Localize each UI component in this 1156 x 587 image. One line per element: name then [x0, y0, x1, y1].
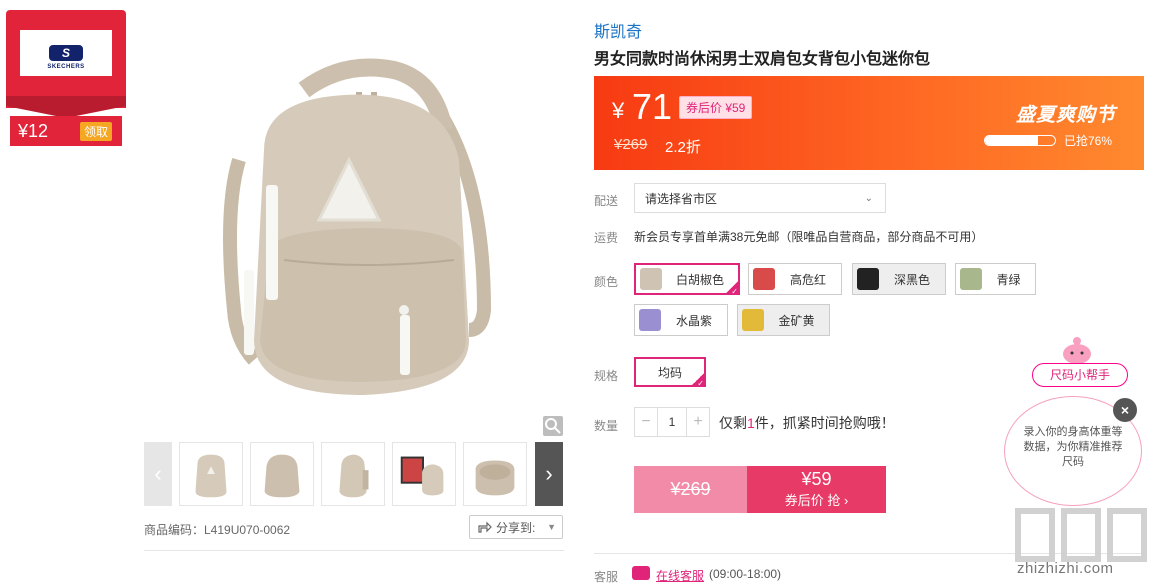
coupon-amount: ¥12: [18, 120, 49, 141]
quantity-input[interactable]: 1: [657, 408, 687, 436]
shipping-label: 运费: [594, 231, 619, 245]
chevron-right-icon: ›: [545, 461, 553, 486]
quantity-stepper: − 1 +: [634, 407, 710, 437]
brand-coupon-card[interactable]: S SKECHERS ¥12 领取: [6, 10, 126, 146]
color-option-label: 高危红: [789, 272, 826, 287]
service-hours: (09:00-18:00): [709, 567, 782, 581]
stock-prefix: 仅剩: [719, 415, 747, 431]
color-swatch: [857, 268, 879, 290]
online-service-link[interactable]: 在线客服: [656, 567, 704, 584]
quantity-increase-button[interactable]: +: [687, 413, 709, 431]
sold-progress-bar: [984, 135, 1056, 146]
thumbnail-strip: ‹ ›: [144, 442, 564, 506]
thumbnail-2[interactable]: [250, 442, 314, 506]
color-option-label: 水晶紫: [675, 313, 712, 328]
thumbnail-image: [264, 454, 300, 498]
product-code: 商品编码：L419U070-0062: [144, 523, 291, 537]
share-label: 分享到:: [496, 520, 536, 535]
after-coupon-price-badge: 券后价 ¥59: [679, 96, 753, 119]
color-swatch: [753, 268, 775, 290]
selected-check-icon: [725, 280, 739, 296]
color-label: 颜色: [594, 275, 619, 289]
stock-suffix: 件，抓紧时间抢购哦！: [754, 415, 895, 431]
share-icon: [478, 521, 492, 533]
thumbnail-prev-button[interactable]: ‹: [144, 442, 172, 506]
service-label: 客服: [594, 570, 619, 584]
divider: [144, 550, 564, 551]
chat-icon: [632, 566, 650, 580]
chevron-down-icon: ⌄: [864, 192, 873, 204]
stock-count: 1: [747, 415, 755, 431]
sold-percentage: 已抢76%: [1064, 134, 1113, 148]
color-swatch: [640, 268, 662, 290]
thumbnail-5[interactable]: [463, 442, 527, 506]
currency-symbol: ¥: [612, 98, 625, 123]
size-option-onesize[interactable]: 均码: [634, 357, 706, 388]
color-option-red[interactable]: 高危红: [748, 263, 842, 295]
thumbnail-3[interactable]: [321, 442, 385, 506]
thumbnail-next-button[interactable]: ›: [535, 442, 563, 506]
shipping-info: 新会员专享首单满38元免邮（限唯品自营商品，部分商品不可用）: [634, 230, 984, 244]
backpack-illustration: [223, 58, 492, 396]
color-option-label: 深黑色: [893, 272, 930, 287]
current-price: 71: [632, 86, 673, 127]
color-option-label: 金矿黄: [778, 313, 815, 328]
coupon-footer: ¥12 领取: [10, 116, 122, 146]
color-option-purple[interactable]: 水晶紫: [634, 304, 728, 336]
thumbnail-image: [195, 454, 227, 498]
size-helper-button[interactable]: 尺码小帮手: [1032, 363, 1128, 387]
buy-original-price: ¥269: [634, 466, 747, 513]
color-swatch: [960, 268, 982, 290]
magnifier-icon: [545, 418, 561, 434]
product-title: 男女同款时尚休闲男士双肩包女背包小包迷你包: [594, 51, 931, 68]
color-option-yellow[interactable]: 金矿黄: [737, 304, 830, 336]
color-option-green[interactable]: 青绿: [955, 263, 1036, 295]
mascot-icon: [1063, 337, 1091, 364]
quantity-label: 数量: [594, 419, 619, 433]
thumbnail-4[interactable]: [392, 442, 456, 506]
chevron-down-icon: ▼: [547, 522, 556, 532]
region-select-value: 请选择省市区: [645, 191, 718, 206]
sold-progress-fill: [985, 136, 1039, 145]
promo-event-title: 盛夏爽购节: [1016, 105, 1117, 126]
brand-logo-text: SKECHERS: [47, 64, 85, 70]
share-button[interactable]: 分享到: ▼: [469, 515, 563, 539]
size-label: 规格: [594, 369, 619, 383]
buy-action-label: 券后价 抢 ›: [784, 493, 849, 508]
close-icon[interactable]: ×: [1113, 398, 1137, 422]
zoom-button[interactable]: [543, 416, 563, 436]
buy-coupon-price: ¥59: [801, 469, 832, 489]
buy-button[interactable]: ¥269 ¥59 券后价 抢 ›: [634, 466, 886, 513]
skechers-s-logo-icon: S: [49, 45, 83, 61]
buy-coupon-price-button[interactable]: ¥59 券后价 抢 ›: [747, 466, 886, 513]
quantity-decrease-button[interactable]: −: [635, 413, 657, 431]
brand-logo: S SKECHERS: [20, 30, 112, 76]
delivery-label: 配送: [594, 194, 619, 208]
original-price: ¥269: [614, 136, 648, 153]
color-swatch: [742, 309, 764, 331]
thumbnail-1[interactable]: [179, 442, 243, 506]
color-option-label: 青绿: [996, 272, 1021, 287]
brand-link[interactable]: 斯凯奇: [594, 18, 642, 42]
price-banner: ¥ 71 券后价 ¥59 ¥269 2.2折 盛夏爽购节 已抢76%: [594, 76, 1144, 170]
main-product-image: [144, 10, 564, 438]
color-option-black[interactable]: 深黑色: [852, 263, 946, 295]
color-swatch: [639, 309, 661, 331]
region-select[interactable]: 请选择省市区 ⌄: [634, 183, 886, 213]
thumbnail-image: [339, 454, 369, 498]
chevron-left-icon: ‹: [154, 461, 162, 486]
coupon-claim-button[interactable]: 领取: [79, 121, 112, 141]
thumbnail-image: [475, 460, 515, 496]
thumbnail-image: [400, 456, 444, 496]
selected-check-icon: [691, 372, 705, 388]
discount-rate: 2.2折: [665, 139, 701, 156]
color-option-white-pepper[interactable]: 白胡椒色: [634, 263, 740, 296]
stock-message: 仅剩1件，抓紧时间抢购哦！: [719, 413, 895, 433]
watermark-text: zhizhizhi.com: [1017, 560, 1114, 577]
